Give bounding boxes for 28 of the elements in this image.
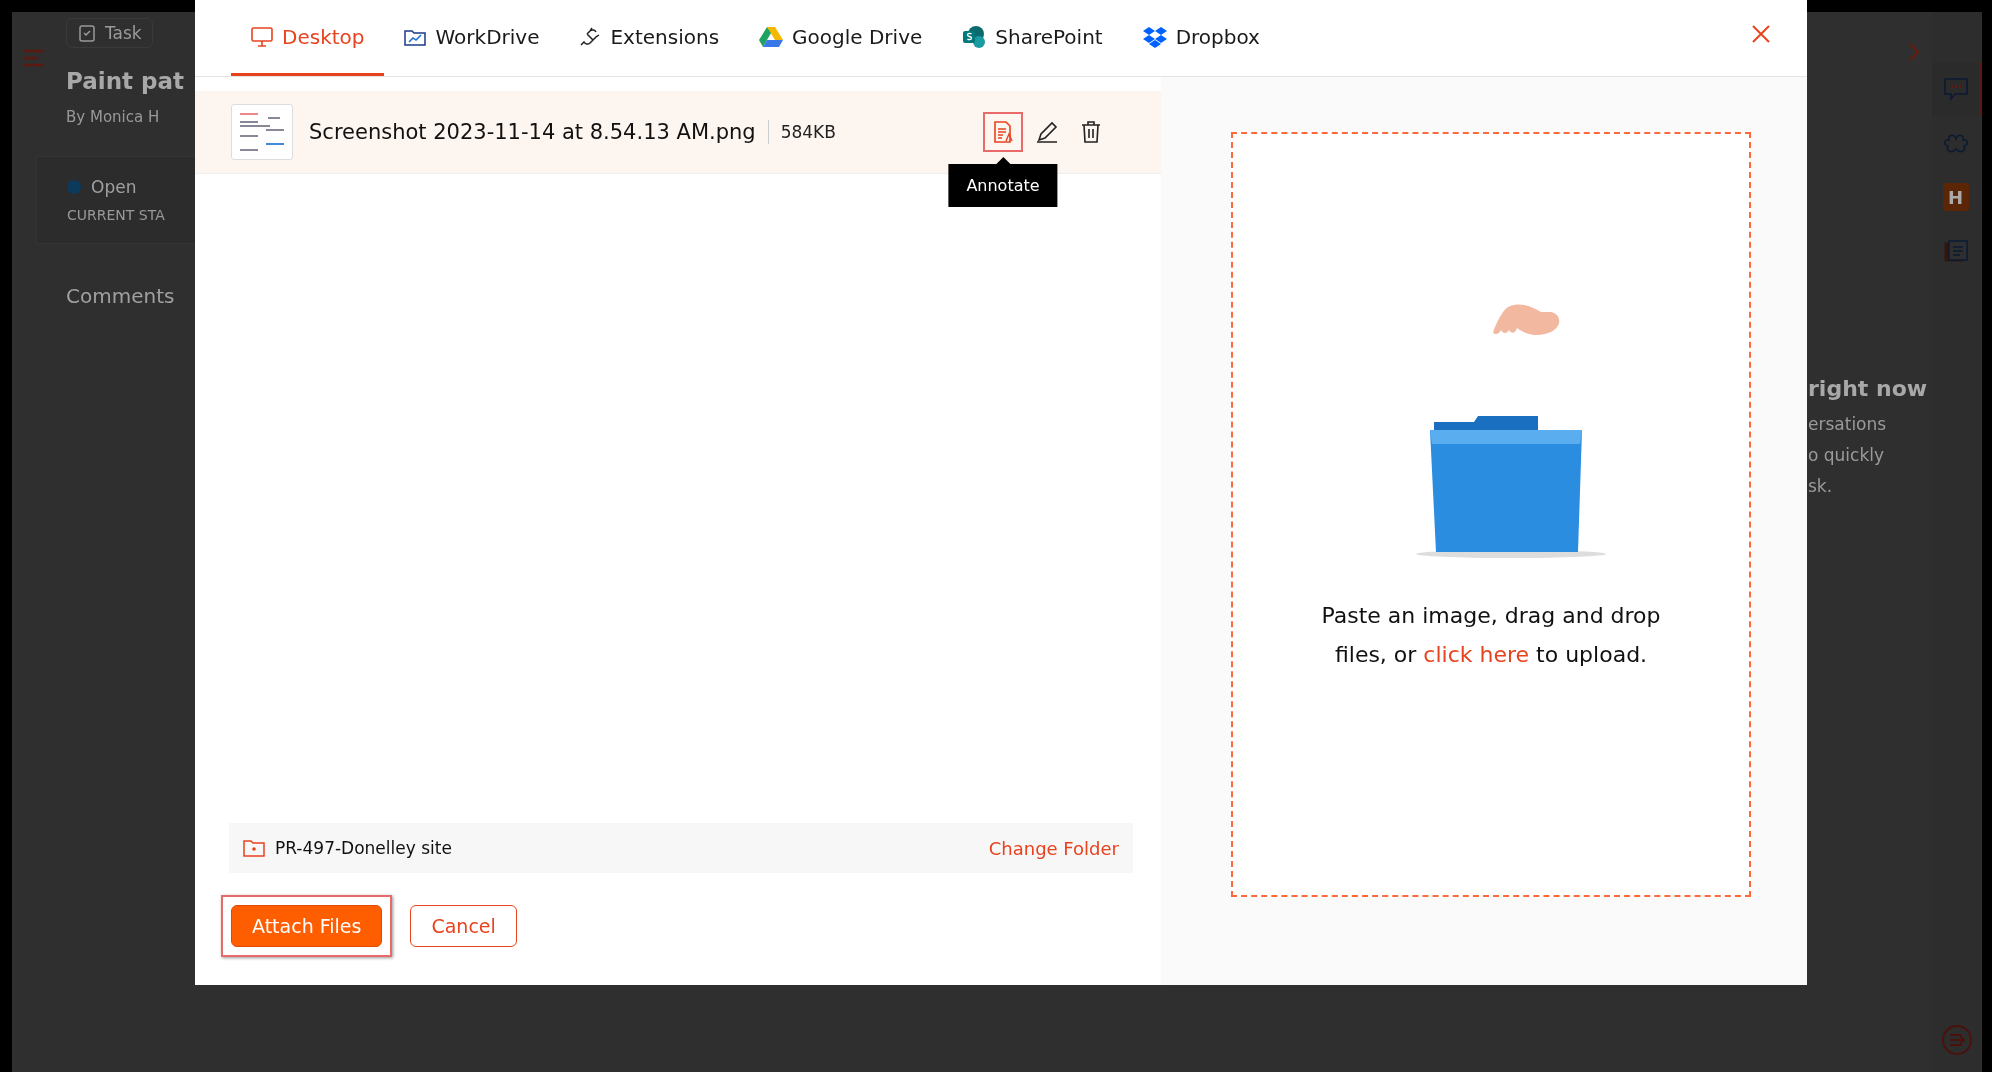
tooltip: Annotate: [948, 157, 1058, 207]
click-here-link[interactable]: click here: [1423, 642, 1530, 667]
source-tab[interactable]: SharePoint: [942, 0, 1123, 76]
author-text: By Monica H: [66, 108, 161, 126]
empty-text: o quickly: [1808, 444, 1886, 467]
comments-heading: Comments: [66, 284, 176, 308]
app-badge: H: [1942, 183, 1969, 211]
task-tab[interactable]: Task: [66, 18, 153, 48]
source-tab[interactable]: Dropbox: [1122, 0, 1280, 76]
file-size: 584KB: [779, 122, 836, 142]
empty-text: sk.: [1808, 475, 1834, 498]
source-tab[interactable]: WorkDrive: [384, 0, 560, 76]
source-tab[interactable]: Google Drive: [739, 0, 943, 76]
status-caption: CURRENT STA: [67, 207, 166, 223]
empty-text: ersations: [1808, 413, 1888, 436]
drop-instructions: Paste an image, drag and drop files, or click here to upload.: [1320, 602, 1662, 669]
source-tab[interactable]: Desktop: [231, 0, 385, 76]
change-folder-link[interactable]: Change Folder: [988, 837, 1119, 859]
status-dropdown[interactable]: Open: [91, 177, 137, 197]
attach-files-button[interactable]: Attach Files: [231, 905, 383, 947]
drop-zone[interactable]: Paste an image, drag and drop files, or click here to upload.: [1231, 132, 1751, 897]
cancel-button[interactable]: Cancel: [410, 905, 517, 947]
file-name: Screenshot 2023-11-14 at 8.54.13 AM.png: [309, 120, 769, 144]
source-tab[interactable]: Extensions: [559, 0, 740, 76]
task-title: Paint pat: [66, 68, 185, 94]
folder-name: PR-497-Donelley site: [275, 838, 452, 858]
empty-heading: right now: [1808, 376, 1928, 401]
sidebar-item[interactable]: H: [1932, 170, 1982, 224]
